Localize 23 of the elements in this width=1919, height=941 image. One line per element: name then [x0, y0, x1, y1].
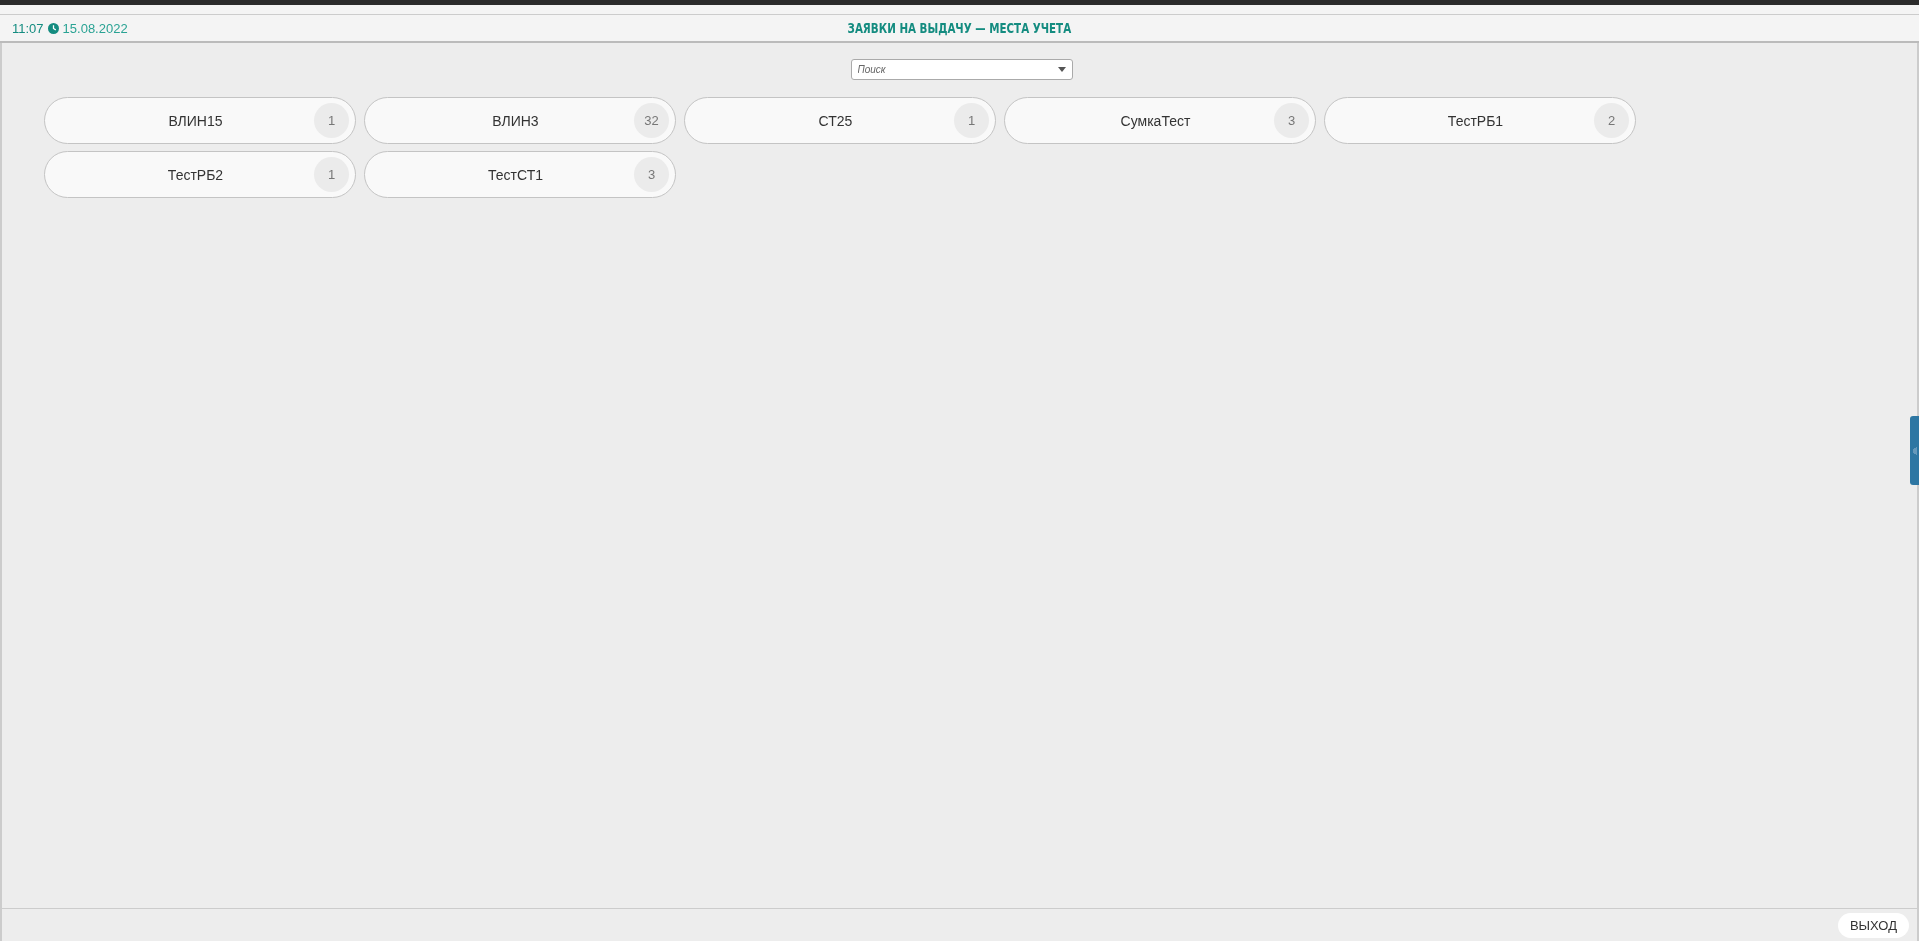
- count-badge: 3: [634, 157, 669, 192]
- place-button[interactable]: ТестРБ2 1: [44, 151, 356, 198]
- place-button[interactable]: СТ25 1: [684, 97, 996, 144]
- place-button[interactable]: ВЛИН15 1: [44, 97, 356, 144]
- place-button[interactable]: ВЛИН3 32: [364, 97, 676, 144]
- count-badge: 1: [314, 157, 349, 192]
- count-badge: 2: [1594, 103, 1629, 138]
- page-title: ЗАЯВКИ НА ВЫДАЧУ — МЕСТА УЧЕТА: [847, 20, 1072, 36]
- place-button[interactable]: ТестРБ1 2: [1324, 97, 1636, 144]
- grip-icon: [1912, 446, 1917, 455]
- side-panel-handle[interactable]: [1910, 416, 1919, 485]
- clock-icon: [47, 22, 59, 34]
- exit-button[interactable]: ВЫХОД: [1837, 912, 1909, 938]
- place-button[interactable]: ТестСТ1 3: [364, 151, 676, 198]
- place-button[interactable]: СумкаТест 3: [1004, 97, 1316, 144]
- count-badge: 3: [1274, 103, 1309, 138]
- count-badge: 1: [954, 103, 989, 138]
- date: 15.08.2022: [62, 20, 128, 36]
- count-badge: 1: [314, 103, 349, 138]
- dropdown-caret-icon: [1057, 67, 1066, 72]
- search-field[interactable]: Поиск: [850, 59, 1073, 80]
- count-badge: 32: [634, 103, 669, 138]
- time: 11:07: [12, 20, 44, 36]
